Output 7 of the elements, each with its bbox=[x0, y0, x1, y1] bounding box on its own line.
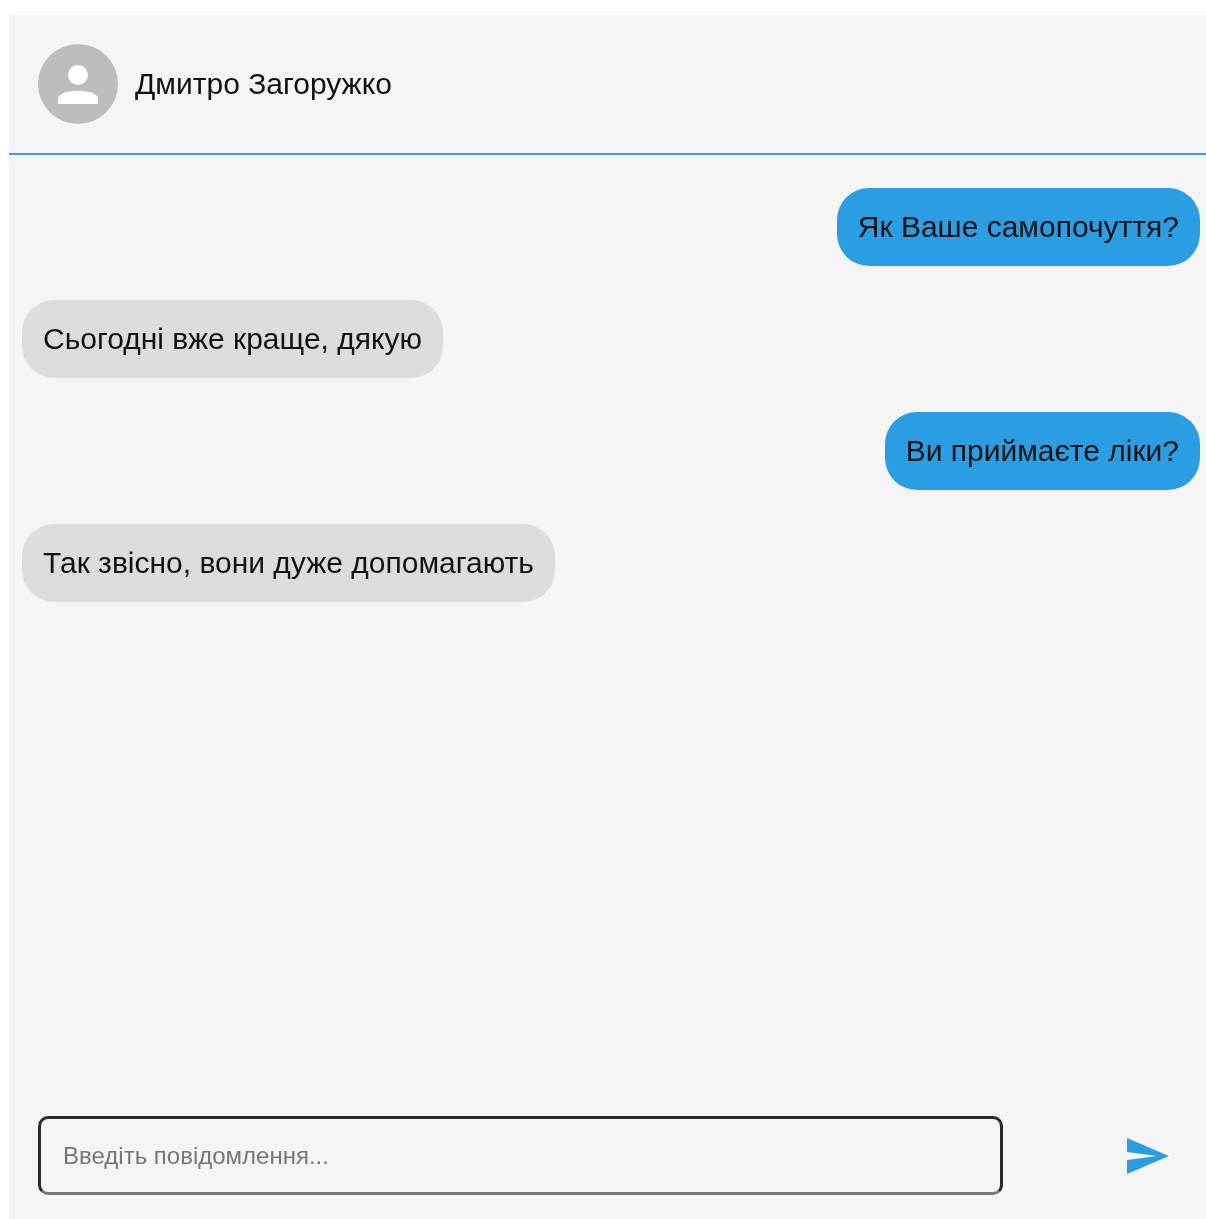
message-bubble: Як Ваше самопочуття? bbox=[836, 188, 1200, 266]
message-input[interactable]: Введіть повідомлення... bbox=[38, 1116, 1003, 1195]
message-bubble: Так звісно, вони дуже допомагають bbox=[22, 524, 555, 602]
contact-name: Дмитро Загоружко bbox=[135, 67, 392, 101]
message-bubble: Сьогодні вже краще, дякую bbox=[22, 300, 443, 378]
avatar-icon bbox=[38, 44, 118, 124]
message-bubble: Ви приймаєте ліки? bbox=[884, 412, 1200, 490]
